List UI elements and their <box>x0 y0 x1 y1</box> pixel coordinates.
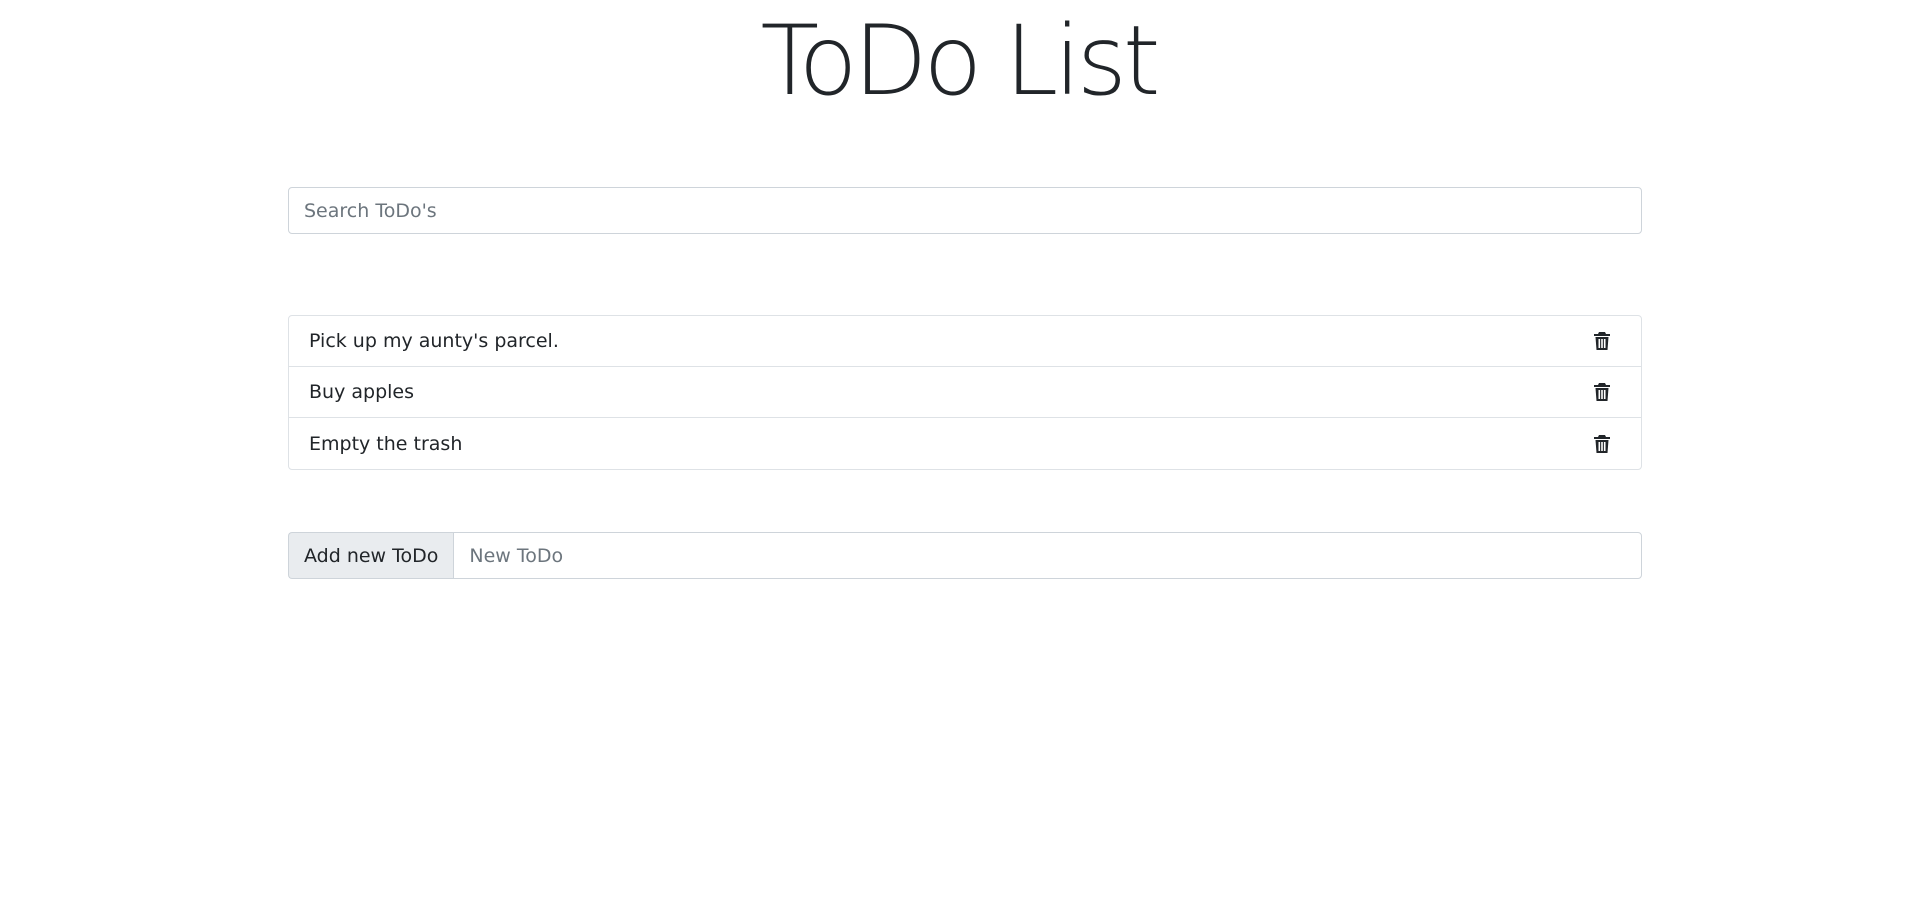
todo-text: Empty the trash <box>309 432 463 455</box>
trash-icon[interactable] <box>1593 382 1611 402</box>
trash-icon[interactable] <box>1593 434 1611 454</box>
list-item: Pick up my aunty's parcel. <box>289 316 1641 367</box>
list-item: Empty the trash <box>289 418 1641 469</box>
new-todo-input[interactable] <box>453 532 1642 579</box>
trash-icon[interactable] <box>1593 331 1611 351</box>
search-input[interactable] <box>288 187 1642 234</box>
todo-text: Buy apples <box>309 381 414 403</box>
list-item: Buy apples <box>289 367 1641 418</box>
todo-text: Pick up my aunty's parcel. <box>309 330 559 352</box>
page-title: ToDo List <box>760 5 1160 117</box>
add-todo-label[interactable]: Add new ToDo <box>288 532 454 579</box>
todo-list: Pick up my aunty's parcel. Buy apples Em… <box>288 315 1642 470</box>
add-todo-form: Add new ToDo <box>288 532 1642 579</box>
